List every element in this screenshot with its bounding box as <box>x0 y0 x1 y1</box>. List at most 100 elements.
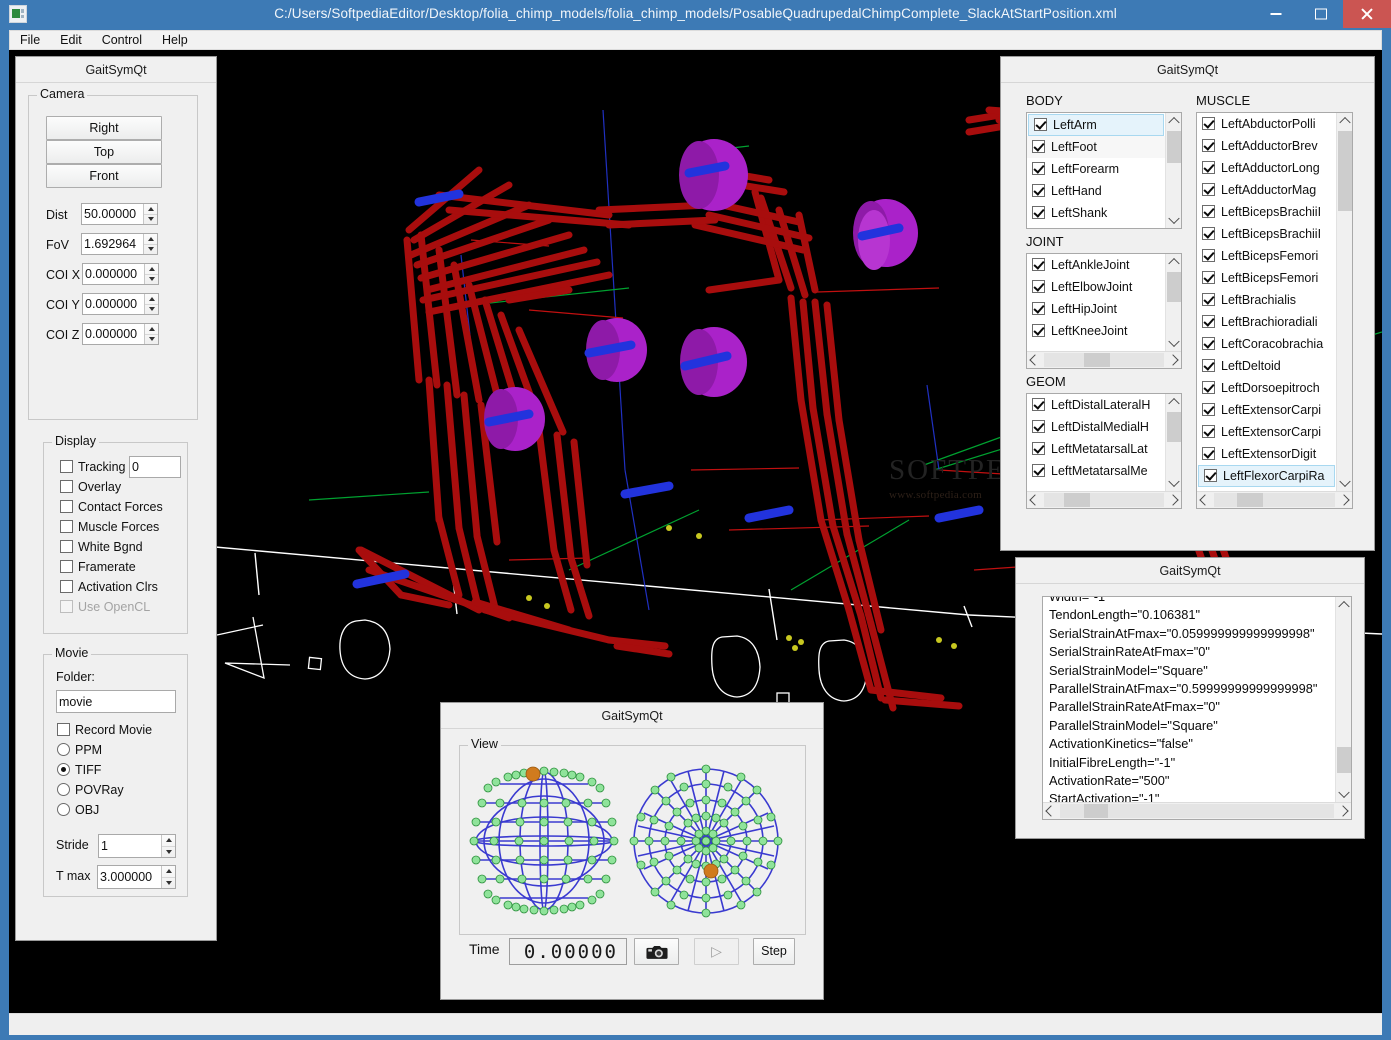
list-item[interactable]: LeftBrachialis <box>1197 289 1352 311</box>
tiff-radio[interactable] <box>57 763 70 776</box>
list-item[interactable]: LeftBicepsBrachiiI <box>1197 201 1352 223</box>
muscle-list-vscrollbar[interactable] <box>1336 113 1352 491</box>
coi-y-spin-down[interactable] <box>145 304 158 314</box>
close-button[interactable] <box>1343 0 1391 28</box>
list-item[interactable]: LeftForearm <box>1027 158 1181 180</box>
joint-item-checkbox[interactable] <box>1032 258 1045 271</box>
scroll-right-icon[interactable] <box>1336 492 1352 508</box>
coi-x-spinbox[interactable]: 0.000000 <box>82 263 159 285</box>
joint-list-hscrollbar[interactable] <box>1027 351 1181 368</box>
coi-y-spin-up[interactable] <box>145 294 158 305</box>
muscle-item-checkbox[interactable] <box>1202 403 1215 416</box>
list-item[interactable]: LeftHand <box>1027 180 1181 202</box>
list-item[interactable]: LeftBicepsFemori <box>1197 245 1352 267</box>
maximize-button[interactable] <box>1298 0 1343 28</box>
list-item[interactable]: LeftAdductorMag <box>1197 179 1352 201</box>
tracking-checkbox-row[interactable]: Tracking <box>60 457 125 477</box>
list-item[interactable]: LeftExtensorDigit <box>1197 443 1352 465</box>
povray-radio[interactable] <box>57 783 70 796</box>
list-item[interactable]: LeftExtensorCarpi <box>1197 421 1352 443</box>
scroll-thumb[interactable] <box>1237 493 1263 507</box>
list-item[interactable]: LeftHipJoint <box>1027 298 1181 320</box>
scroll-down-icon[interactable] <box>1166 335 1181 351</box>
record-movie-checkbox-row[interactable]: Record Movie <box>57 720 152 740</box>
dist-spin-down[interactable] <box>144 214 157 224</box>
xml-text-view[interactable]: Width="-1" TendonLength="0.106381" Seria… <box>1042 596 1352 820</box>
muscle-item-checkbox[interactable] <box>1202 315 1215 328</box>
scroll-thumb[interactable] <box>1167 131 1181 163</box>
scroll-thumb[interactable] <box>1064 493 1090 507</box>
list-item[interactable]: LeftAdductorBrev <box>1197 135 1352 157</box>
scroll-left-icon[interactable] <box>1027 492 1043 508</box>
white-bgnd-checkbox[interactable] <box>60 540 73 553</box>
list-item[interactable]: LeftKneeJoint <box>1027 320 1181 342</box>
scroll-down-icon[interactable] <box>1337 475 1352 491</box>
coi-z-spin-arrows[interactable] <box>144 324 158 344</box>
muscle-item-checkbox[interactable] <box>1202 271 1215 284</box>
tmax-spinbox[interactable]: 3.000000 <box>97 865 176 889</box>
body-list-vscrollbar[interactable] <box>1165 113 1181 228</box>
muscle-list[interactable]: LeftAbductorPolli LeftAdductorBrev LeftA… <box>1196 112 1353 509</box>
menu-item-edit[interactable]: Edit <box>50 31 92 49</box>
body-item-checkbox[interactable] <box>1032 162 1045 175</box>
overlay-checkbox[interactable] <box>60 480 73 493</box>
geom-list-hscrollbar[interactable] <box>1027 491 1181 508</box>
fov-spinbox[interactable]: 1.692964 <box>81 233 158 255</box>
list-item[interactable]: LeftBicepsBrachiiI <box>1197 223 1352 245</box>
body-item-checkbox[interactable] <box>1032 140 1045 153</box>
list-item[interactable]: LeftMetatarsalLat <box>1027 438 1181 460</box>
scroll-left-icon[interactable] <box>1043 803 1059 819</box>
tmax-spin-arrows[interactable] <box>161 866 175 888</box>
contact-forces-checkbox-row[interactable]: Contact Forces <box>60 497 163 517</box>
list-item[interactable]: LeftAbductorPolli <box>1197 113 1352 135</box>
muscle-item-checkbox[interactable] <box>1202 293 1215 306</box>
list-item[interactable]: LeftShank <box>1027 202 1181 224</box>
muscle-item-checkbox[interactable] <box>1202 447 1215 460</box>
camera-right-button[interactable]: Right <box>46 116 162 140</box>
scroll-thumb[interactable] <box>1338 131 1352 211</box>
geom-item-checkbox[interactable] <box>1032 398 1045 411</box>
joint-item-checkbox[interactable] <box>1032 302 1045 315</box>
muscle-forces-checkbox-row[interactable]: Muscle Forces <box>60 517 159 537</box>
xml-hscrollbar[interactable] <box>1043 802 1351 819</box>
muscle-item-checkbox[interactable] <box>1202 117 1215 130</box>
scroll-up-icon[interactable] <box>1166 113 1181 129</box>
white-bgnd-checkbox-row[interactable]: White Bgnd <box>60 537 143 557</box>
scroll-down-icon[interactable] <box>1166 475 1181 491</box>
minimize-button[interactable] <box>1253 0 1298 28</box>
camera-front-button[interactable]: Front <box>46 164 162 188</box>
framerate-checkbox[interactable] <box>60 560 73 573</box>
scroll-right-icon[interactable] <box>1165 492 1181 508</box>
tracking-input[interactable]: 0 <box>129 456 181 478</box>
overlay-checkbox-row[interactable]: Overlay <box>60 477 121 497</box>
muscle-item-checkbox[interactable] <box>1202 161 1215 174</box>
stride-spin-arrows[interactable] <box>161 835 175 857</box>
list-item[interactable]: LeftFlexorCarpiRa <box>1198 465 1335 487</box>
joint-list-vscrollbar[interactable] <box>1165 254 1181 351</box>
scroll-thumb[interactable] <box>1084 804 1108 818</box>
scroll-up-icon[interactable] <box>1337 113 1352 129</box>
body-item-checkbox[interactable] <box>1032 206 1045 219</box>
coi-y-spin-arrows[interactable] <box>144 294 158 314</box>
scroll-up-icon[interactable] <box>1166 394 1181 410</box>
fov-spin-up[interactable] <box>144 234 157 245</box>
step-button[interactable]: Step <box>753 938 795 965</box>
list-item[interactable]: LeftFoot <box>1027 136 1181 158</box>
scroll-up-icon[interactable] <box>1166 254 1181 270</box>
joint-list[interactable]: LeftAnkleJoint LeftElbowJoint LeftHipJoi… <box>1026 253 1182 369</box>
menu-item-file[interactable]: File <box>10 31 50 49</box>
format-povray-row[interactable]: POVRay <box>57 780 124 800</box>
geom-list-vscrollbar[interactable] <box>1165 394 1181 491</box>
muscle-item-checkbox[interactable] <box>1204 469 1217 482</box>
format-obj-row[interactable]: OBJ <box>57 800 99 820</box>
muscle-item-checkbox[interactable] <box>1202 227 1215 240</box>
list-item[interactable]: LeftDorsoepitroch <box>1197 377 1352 399</box>
joint-item-checkbox[interactable] <box>1032 280 1045 293</box>
scroll-down-icon[interactable] <box>1166 212 1181 228</box>
stride-spin-down[interactable] <box>162 846 175 857</box>
muscle-forces-checkbox[interactable] <box>60 520 73 533</box>
geom-item-checkbox[interactable] <box>1032 420 1045 433</box>
scroll-left-icon[interactable] <box>1027 352 1043 368</box>
geom-item-checkbox[interactable] <box>1032 442 1045 455</box>
contact-forces-checkbox[interactable] <box>60 500 73 513</box>
